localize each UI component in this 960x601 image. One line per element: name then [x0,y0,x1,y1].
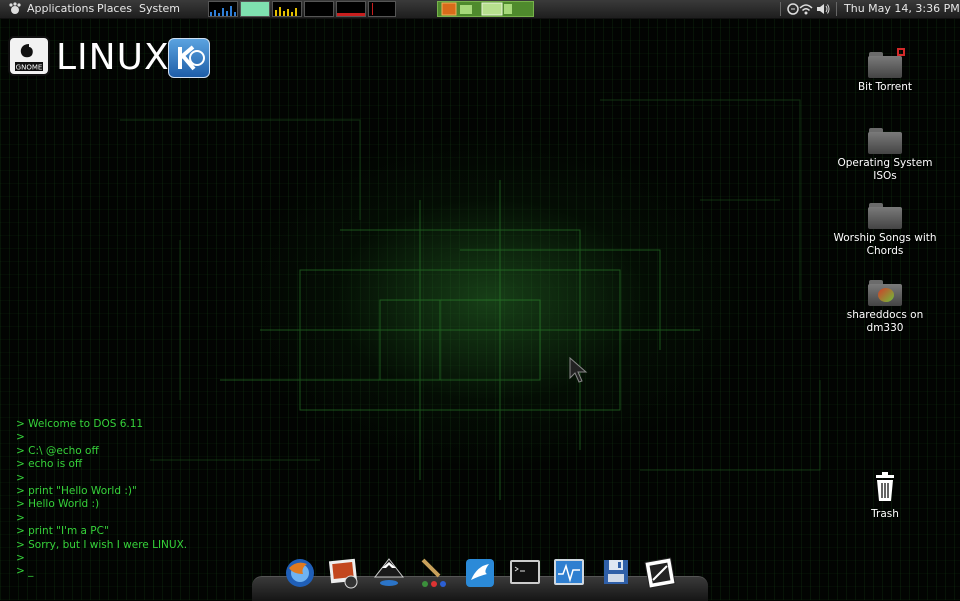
terminal-line: > Sorry, but I wish I were LINUX. [16,538,188,551]
window-list[interactable] [437,1,534,17]
trash-icon [876,472,894,501]
desktop-icon-label: Trash [871,508,899,520]
desktop-icon-bit-torrent[interactable]: Bit Torrent [830,48,940,94]
desktop-icon-label: Worship Songs with Chords [833,232,937,257]
photo-viewer-icon[interactable] [327,556,361,590]
desktop-icon-label: shareddocs on dm330 [846,309,924,334]
picture-editor-icon[interactable] [643,556,677,590]
terminal-line: > print "Hello World :)" [16,485,137,498]
wifi-icon[interactable] [798,1,814,17]
gnome-logo-icon: GNOME [8,36,50,76]
disk-utility-icon[interactable] [600,556,634,590]
folder-icon [868,48,905,78]
terminal-line: > echo is off [16,458,83,471]
system-monitor-icon[interactable] [552,556,586,590]
kde-logo-icon [168,38,210,78]
desktop-icon-label: Operating System ISOs [837,157,933,182]
memory-monitor[interactable] [240,1,270,17]
load-monitor[interactable] [336,1,366,17]
terminal-line: > [16,552,25,565]
desktop-icon-worship-songs[interactable]: Worship Songs with Chords [830,203,940,258]
terminal-line: > [16,431,25,444]
browser-icon[interactable] [283,556,317,590]
terminal-line: > Hello World :) [16,498,100,511]
menu-places[interactable]: Places [97,0,132,18]
gnome-label: GNOME [16,64,43,72]
menu-system[interactable]: System [139,0,180,18]
terminal-icon[interactable] [508,556,542,590]
desktop-icon-trash[interactable]: Trash [830,472,940,521]
cpu-monitor[interactable] [208,1,238,17]
panel-separator [836,2,837,16]
terminal-line: > print "I'm a PC" [16,525,109,538]
folder-icon [868,203,902,229]
paint-icon[interactable] [417,556,451,590]
network-share-icon [868,280,902,306]
clock[interactable]: Thu May 14, 3:36 PM [844,0,960,18]
logo-text: LINUX [56,37,170,78]
desktop-icon-shareddocs[interactable]: shareddocs on dm330 [830,280,940,335]
disk-monitor[interactable] [368,1,396,17]
swap-monitor[interactable] [304,1,334,17]
panel-separator [780,2,781,16]
menu-applications[interactable]: Applications [27,0,94,18]
terminal-line: > [16,511,25,524]
desktop-terminal-text: > Welcome to DOS 6.11 > > C:\ @echo off … [16,418,316,579]
desktop-icon-operating-system-isos[interactable]: Operating System ISOs [830,128,940,183]
network-monitor[interactable] [272,1,302,17]
folder-icon [868,128,902,154]
wing-app-icon[interactable] [463,556,497,590]
gnome-foot-icon[interactable] [8,2,22,16]
inkscape-icon[interactable] [372,556,406,590]
desktop-icon-label: Bit Torrent [857,81,913,93]
terminal-line: > [16,471,25,484]
terminal-line: > Welcome to DOS 6.11 [16,418,144,430]
volume-icon[interactable] [815,1,831,17]
terminal-line: > C:\ @echo off [16,444,99,457]
top-panel: Applications Places System Thu May 14, 3… [0,0,960,19]
mouse-cursor-icon [569,356,588,383]
